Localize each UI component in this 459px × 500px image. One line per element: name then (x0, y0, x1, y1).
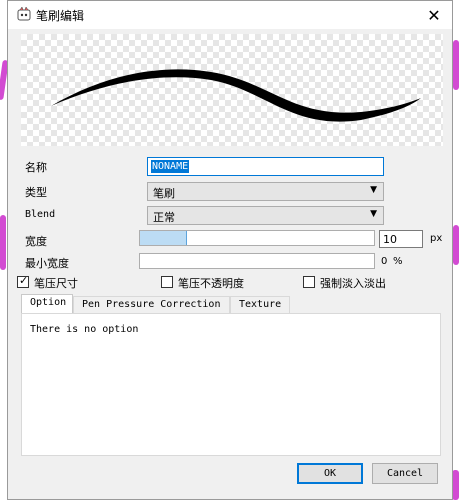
pressure-opacity-checkbox[interactable] (161, 276, 173, 288)
min-width-slider[interactable] (139, 253, 375, 269)
type-select-value: 笔刷 (153, 187, 175, 200)
pressure-size-label: 笔压尺寸 (34, 277, 78, 290)
width-input[interactable]: 10 (379, 230, 423, 248)
background-decoration (452, 470, 459, 500)
width-label: 宽度 (25, 235, 47, 248)
checkmark-icon: ✓ (19, 274, 29, 287)
tab-pen-pressure-correction[interactable]: Pen Pressure Correction (73, 296, 230, 313)
type-label: 类型 (25, 186, 47, 199)
title-bar: 笔刷编辑 ✕ (8, 1, 452, 29)
force-fade-label: 强制淡入淡出 (320, 277, 386, 290)
tab-texture[interactable]: Texture (230, 296, 290, 313)
ok-button[interactable]: OK (297, 463, 363, 484)
pressure-opacity-label: 笔压不透明度 (178, 277, 244, 290)
min-width-unit: % (393, 256, 403, 267)
name-label: 名称 (25, 161, 47, 174)
brush-edit-dialog: 笔刷编辑 ✕ 名称 NONAME 类型 笔刷 ▼ Blend 正常 ▼ 宽度 1… (7, 0, 453, 500)
width-unit: px (430, 233, 443, 244)
background-decoration (0, 215, 6, 270)
pressure-size-checkbox[interactable]: ✓ (17, 274, 29, 288)
cancel-button[interactable]: Cancel (372, 463, 438, 484)
panel-text: There is no option (30, 324, 139, 335)
name-input[interactable]: NONAME (147, 157, 384, 176)
brush-stroke-preview (51, 69, 421, 122)
blend-select[interactable]: 正常 ▼ (147, 206, 384, 225)
window-title: 笔刷编辑 (36, 9, 85, 23)
chevron-down-icon: ▼ (370, 185, 377, 195)
min-width-label: 最小宽度 (25, 257, 69, 270)
type-select[interactable]: 笔刷 ▼ (147, 182, 384, 201)
close-icon: ✕ (427, 5, 441, 25)
tab-panel: There is no option (21, 313, 441, 456)
blend-label: Blend (25, 209, 56, 220)
close-button[interactable]: ✕ (422, 4, 446, 26)
brush-preview (21, 34, 443, 146)
force-fade-checkbox[interactable] (303, 276, 315, 288)
min-width-value: 0 (381, 256, 388, 267)
chevron-down-icon: ▼ (370, 209, 377, 219)
app-icon (17, 7, 31, 21)
name-input-value: NONAME (151, 160, 190, 173)
background-decoration (453, 40, 459, 90)
width-slider[interactable] (139, 230, 375, 246)
width-input-value: 10 (383, 233, 397, 246)
blend-select-value: 正常 (153, 211, 175, 224)
background-decoration (453, 225, 459, 265)
width-slider-fill (140, 231, 187, 245)
tab-option[interactable]: Option (21, 294, 73, 314)
